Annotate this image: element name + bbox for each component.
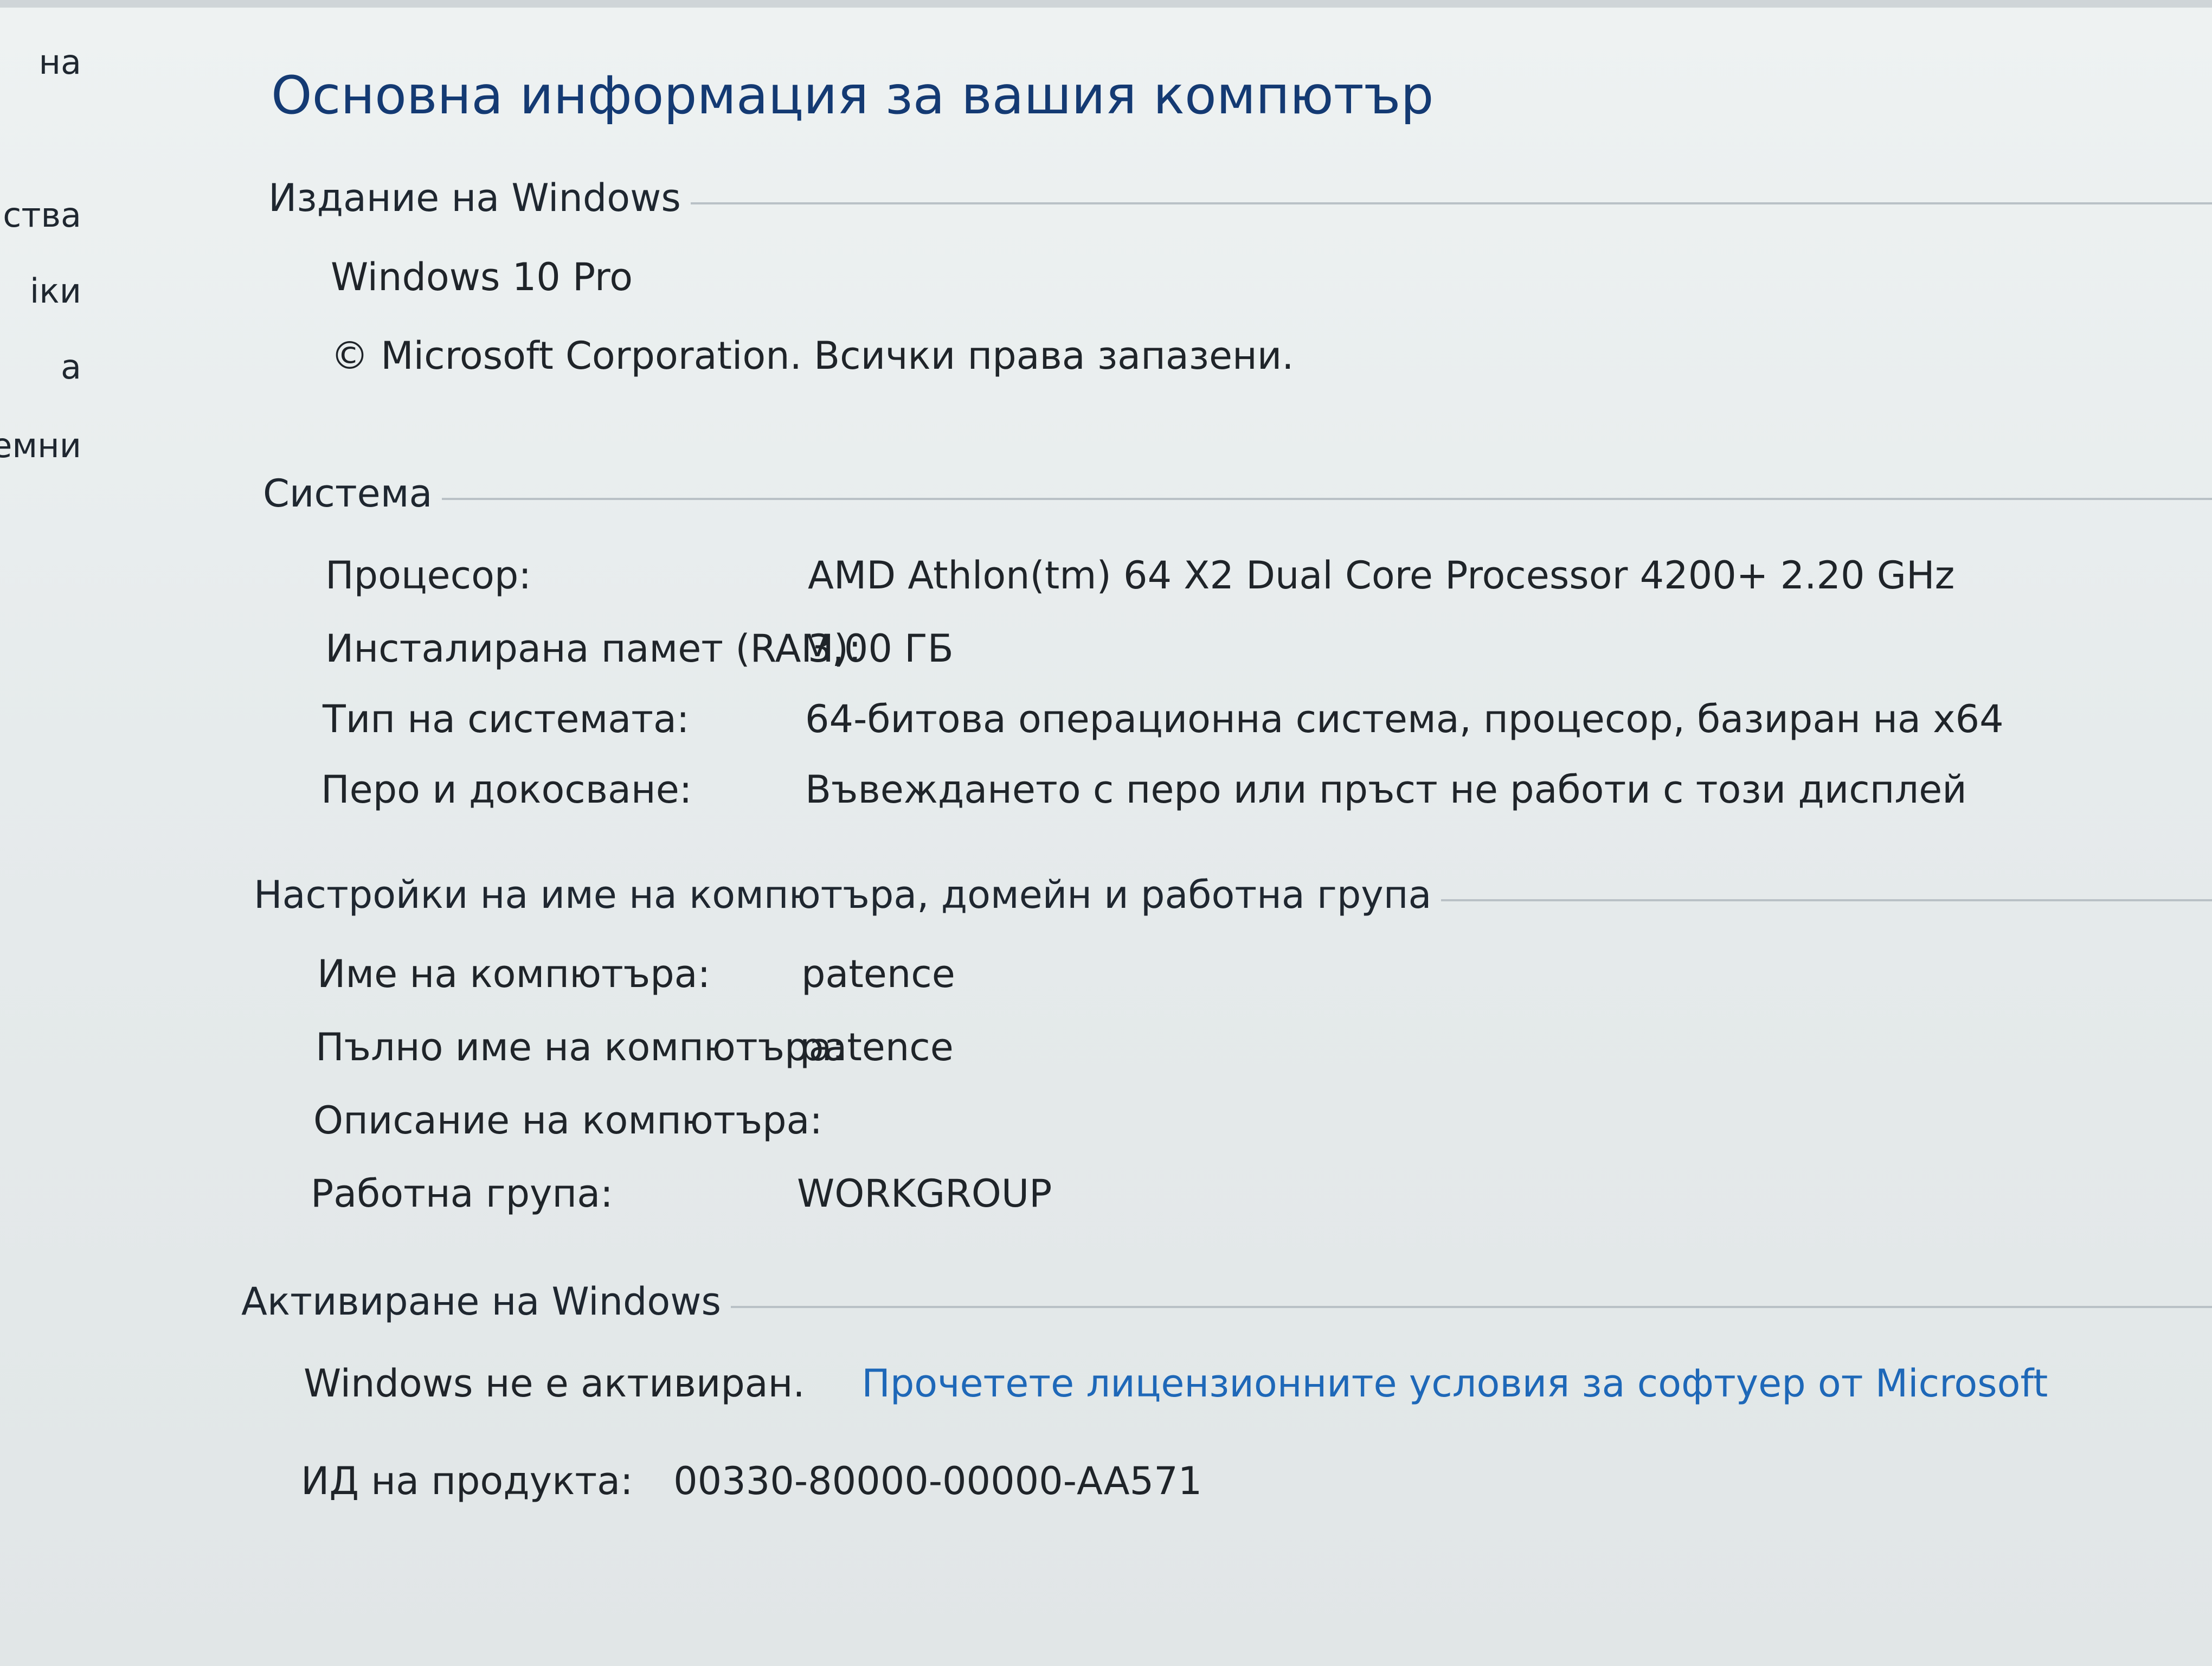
- activation-status: Windows не е активиран.: [304, 1361, 805, 1406]
- processor-label: Процесор:: [325, 553, 531, 598]
- processor-row: Процесор: AMD Athlon(tm) 64 X2 Dual Core…: [325, 553, 2169, 607]
- section-system: Система: [263, 471, 2212, 516]
- full-computer-name-row: Пълно име на компютъра: patence: [316, 1025, 2159, 1079]
- system-type-row: Тип на системата: 64-битова операционна …: [323, 697, 2166, 751]
- product-id-value: 00330-80000-00000-AA571: [673, 1459, 1203, 1503]
- section-title: Издание на Windows: [268, 176, 681, 220]
- pen-touch-label: Перо и докосване:: [321, 767, 692, 812]
- computer-description-row: Описание на компютъра:: [313, 1098, 2157, 1152]
- sidebar-item-3[interactable]: іки: [0, 271, 81, 311]
- product-id-label: ИД на продукта:: [301, 1459, 633, 1503]
- section-divider: [1441, 899, 2212, 901]
- section-title: Система: [263, 471, 433, 516]
- full-computer-name-value: patence: [800, 1025, 954, 1069]
- product-id-line: ИД на продукта: 00330-80000-00000-AA571: [301, 1459, 1202, 1503]
- computer-name-row: Име на компютъра: patence: [317, 952, 2160, 1006]
- full-computer-name-label: Пълно име на компютъра:: [316, 1025, 845, 1069]
- section-divider: [730, 1306, 2212, 1308]
- window-top-edge: [0, 0, 2212, 8]
- section-divider: [442, 498, 2212, 500]
- system-info-window: на ства іки а емни Основна информация за…: [0, 0, 2212, 1666]
- sidebar-item-2[interactable]: ства: [0, 195, 81, 235]
- windows-edition-name: Windows 10 Pro: [331, 255, 633, 299]
- license-terms-link[interactable]: Прочетете лицензионните условия за софту…: [861, 1361, 2048, 1406]
- section-windows-edition: Издание на Windows: [268, 176, 2212, 220]
- copyright-text: © Microsoft Corporation. Всички права за…: [331, 334, 1294, 378]
- workgroup-value: WORKGROUP: [797, 1171, 1052, 1216]
- pen-touch-value: Въвеждането с перо или пръст не работи с…: [805, 767, 1967, 812]
- pen-touch-row: Перо и докосване: Въвеждането с перо или…: [321, 767, 2164, 822]
- sidebar-item-5[interactable]: емни: [0, 426, 81, 465]
- section-title: Активиране на Windows: [241, 1279, 721, 1324]
- processor-value: AMD Athlon(tm) 64 X2 Dual Core Processor…: [808, 553, 1955, 598]
- computer-name-label: Име на компютъра:: [317, 952, 711, 996]
- computer-name-value: patence: [801, 952, 955, 996]
- sidebar-item-4[interactable]: а: [0, 347, 81, 387]
- section-divider: [690, 202, 2212, 204]
- section-computer-name: Настройки на име на компютъра, домейн и …: [254, 873, 2212, 917]
- ram-row: Инсталирана памет (RAM): 3,00 ГБ: [325, 626, 2169, 681]
- system-type-label: Тип на системата:: [323, 697, 690, 741]
- section-title: Настройки на име на компютъра, домейн и …: [254, 873, 1432, 917]
- ram-label: Инсталирана памет (RAM):: [325, 626, 861, 671]
- sidebar-item-1[interactable]: на: [0, 42, 81, 82]
- sidebar: на ства іки а емни: [0, 0, 228, 1666]
- activation-status-line: Windows не е активиран. Прочетете лиценз…: [304, 1361, 2048, 1406]
- section-windows-activation: Активиране на Windows: [241, 1279, 2212, 1324]
- ram-value: 3,00 ГБ: [808, 626, 954, 671]
- workgroup-row: Работна група: WORKGROUP: [311, 1171, 2154, 1226]
- computer-description-label: Описание на компютъра:: [313, 1098, 822, 1143]
- page-title: Основна информация за вашия компютър: [271, 65, 1434, 126]
- system-type-value: 64-битова операционна система, процесор,…: [805, 697, 2004, 741]
- workgroup-label: Работна група:: [311, 1171, 613, 1216]
